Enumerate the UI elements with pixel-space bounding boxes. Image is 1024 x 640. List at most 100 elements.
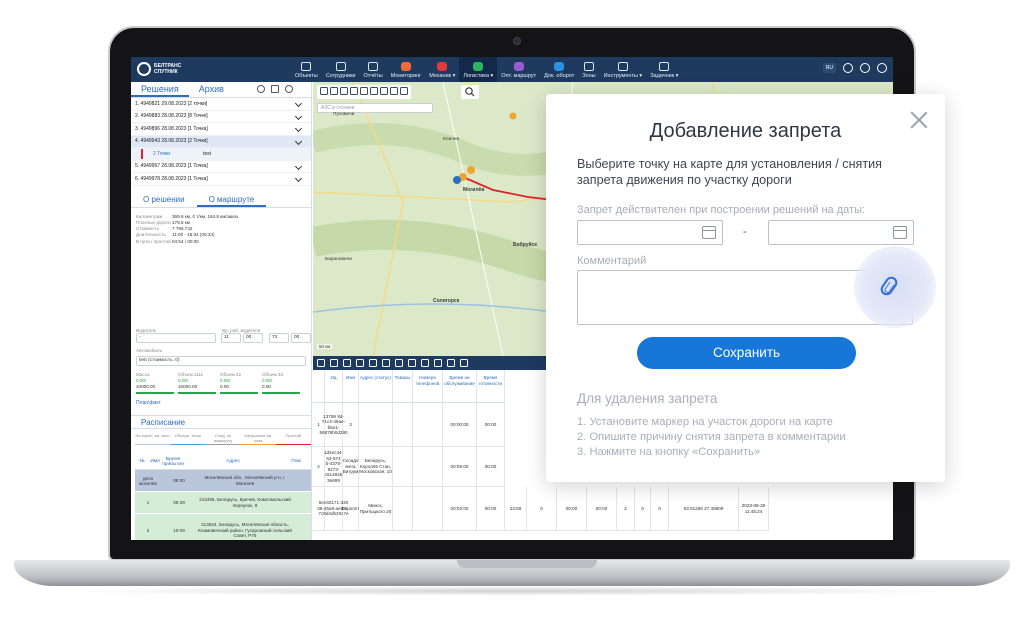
delete-icon[interactable] xyxy=(320,87,328,95)
filter-icon[interactable] xyxy=(271,85,279,93)
vehicle-select[interactable]: test (стоимость: 0) xyxy=(136,356,306,366)
plan-fact-link[interactable]: План\факт xyxy=(136,400,161,406)
schedule-arrival: 10:09 xyxy=(173,528,185,533)
grid-row[interactable]: 3 5ec60171-320 5-45a9-ae82-7c9d4db20c7e Ев… xyxy=(313,487,769,531)
geo-check-icon[interactable] xyxy=(421,359,429,367)
nav-item[interactable]: Опт. маршрут xyxy=(497,57,540,82)
nav-item[interactable]: Задачник ▾ xyxy=(646,57,682,82)
nav-item[interactable]: Сотрудники xyxy=(322,57,360,82)
legend-item: Простой xyxy=(275,433,312,445)
nav-item[interactable]: Механик ▾ xyxy=(425,57,459,82)
chevron-down-icon[interactable] xyxy=(294,124,303,133)
solution-item[interactable]: 3. 4949896 28.08.2023 [1 Точка] xyxy=(131,123,311,136)
hand-icon[interactable] xyxy=(400,87,408,95)
chevron-down-icon[interactable] xyxy=(294,99,303,108)
checkbox-icon[interactable] xyxy=(317,359,325,367)
delete-icon[interactable] xyxy=(356,359,364,367)
nav-item[interactable]: Отчёты xyxy=(359,57,386,82)
chevron-down-icon[interactable] xyxy=(294,162,303,170)
route-info-value: 04:54 / 00:00 xyxy=(172,238,199,244)
route-item[interactable]: 2 Точки test xyxy=(131,148,311,161)
nav-item[interactable]: Мониторинг xyxy=(387,57,426,82)
settings-icon[interactable] xyxy=(285,85,293,93)
grid-extra-value: 00:00 xyxy=(587,487,617,530)
tab-solutions[interactable]: Решения xyxy=(131,82,189,97)
solution-item[interactable]: 5. 4949967 28.08.2023 [1 Точка] xyxy=(131,161,311,173)
chevron-down-icon[interactable] xyxy=(294,174,303,183)
grid-row[interactable]: 1 13788 9d-71c4-49ae-b5e1-56879b0d290 3 00:… xyxy=(313,403,505,447)
schedule-row[interactable]: 1 09:39 213495, Беларусь, Кричев, Комсомол… xyxy=(135,492,311,514)
tab-about-solution[interactable]: О решении xyxy=(131,192,197,207)
grid-service-time: 00:00:00 xyxy=(443,403,477,446)
nav-item[interactable]: Зоны xyxy=(578,57,599,82)
solution-item[interactable]: 4. 4949943 28.08.2023 [2 Точки] xyxy=(131,135,311,148)
legend-item: Обслуж. точку xyxy=(170,433,206,445)
camera-icon[interactable] xyxy=(350,87,358,95)
schedule-legend: На научн. вр. окно Обслуж. точку След. по … xyxy=(135,433,312,445)
capacity-item: Объем 1111 0.00/10000.00 xyxy=(178,372,203,390)
nav-item[interactable]: Логистика ▾ xyxy=(459,57,498,82)
edit-icon[interactable] xyxy=(330,359,338,367)
expand-icon[interactable] xyxy=(360,87,368,95)
date-to-input[interactable] xyxy=(768,220,914,245)
phone-icon[interactable] xyxy=(843,63,853,73)
tab-about-route[interactable]: О маршруте xyxy=(196,192,267,207)
nav-item[interactable]: Инструменты ▾ xyxy=(600,57,647,82)
grid-extra-value: 53.91258 27.49809 xyxy=(669,487,739,530)
solution-item[interactable]: 2. 4949883 28.08.2023 [8 Точек] xyxy=(131,111,311,123)
vehicle-label: Автомобиль xyxy=(136,348,162,353)
filter-icon[interactable] xyxy=(343,359,351,367)
refresh-icon[interactable] xyxy=(369,359,377,367)
nav-icon xyxy=(301,62,312,71)
map-icon[interactable] xyxy=(370,87,378,95)
schedule-row[interactable]: 2 10:09 213634, Беларусь, Могилёвская обла… xyxy=(135,514,311,540)
solution-item[interactable]: 1. 4949821 29.08.2023 [2 точки] xyxy=(131,98,311,111)
grid-name: 3 xyxy=(343,403,359,446)
work-minutes-from[interactable]: 00 xyxy=(243,333,263,343)
nav-item[interactable]: Док. оборот xyxy=(540,57,578,82)
calendar-icon[interactable] xyxy=(395,359,403,367)
map-toolbar xyxy=(317,85,411,99)
gear-icon[interactable] xyxy=(860,63,870,73)
pencil-icon[interactable] xyxy=(330,87,338,95)
chevron-down-icon[interactable] xyxy=(294,112,303,120)
calendar-icon[interactable] xyxy=(702,226,716,239)
plus-icon[interactable] xyxy=(460,359,468,367)
driver-select[interactable]: - xyxy=(136,333,216,343)
no-entry-icon[interactable] xyxy=(390,87,398,95)
location-icon[interactable] xyxy=(434,359,442,367)
crosshair-icon[interactable] xyxy=(380,87,388,95)
grid-header: Ид Имя Адрес (статус) Товары Номера телефоно… xyxy=(313,370,505,403)
capacity-bar xyxy=(220,392,258,394)
base-notch xyxy=(457,560,597,568)
hint-step-2: 2. Опишите причину снятия запрета в комм… xyxy=(577,431,846,443)
solution-item[interactable]: 6. 4949978 28.08.2023 [1 Точка] xyxy=(131,173,311,186)
schedule-address: 213634, Беларусь, Могилёвская область, К… xyxy=(198,521,292,539)
legend-item: След. по маршруту xyxy=(205,433,241,445)
map-search-button[interactable] xyxy=(461,85,479,99)
grid-goods xyxy=(393,447,413,486)
schedule-row[interactable]: депо могилев 08:00 Могилёвская обл., Могил… xyxy=(135,470,311,492)
columns-icon[interactable] xyxy=(382,359,390,367)
refresh-icon[interactable] xyxy=(257,85,265,93)
date-from-input[interactable] xyxy=(577,220,723,245)
language-switch[interactable]: RU xyxy=(822,63,836,73)
add-restriction-dialog: Добавление запрета Выберите точку на кар… xyxy=(546,94,945,482)
work-minutes-to[interactable]: 00 xyxy=(291,333,311,343)
geo-icon[interactable] xyxy=(408,359,416,367)
logout-icon[interactable] xyxy=(877,63,887,73)
work-hours-to[interactable]: 72 xyxy=(269,333,289,343)
grid-row[interactable]: 2 1d2ec44-62-574 b-4378-8273-c514845 3e69… xyxy=(313,447,505,487)
tab-archive[interactable]: Архив xyxy=(189,82,234,97)
work-hours-from[interactable]: 11 xyxy=(221,333,241,343)
nav-item[interactable]: Объекты xyxy=(291,57,322,82)
save-button[interactable]: Сохранить xyxy=(637,337,856,369)
calendar-icon[interactable] xyxy=(893,226,907,239)
brand-logo[interactable]: БЕЛТРАНС СПУТНИК xyxy=(137,62,184,76)
grid-col-header: Время на обслуживание xyxy=(443,370,477,402)
attach-button[interactable] xyxy=(854,246,936,328)
grid-col-header: Товары xyxy=(393,370,413,402)
download-icon[interactable] xyxy=(447,359,455,367)
pin-icon[interactable] xyxy=(340,87,348,95)
chevron-down-icon[interactable] xyxy=(294,137,303,145)
